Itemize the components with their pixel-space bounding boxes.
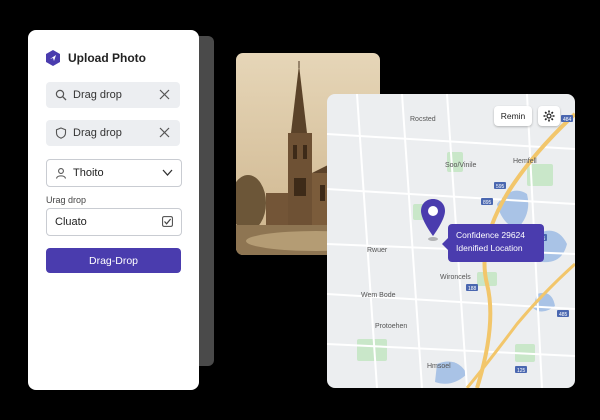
- clear-icon[interactable]: [159, 127, 170, 138]
- map-label: Rocsted: [410, 116, 436, 123]
- confidence-text: Confidence 29624: [456, 230, 526, 240]
- gear-icon: [543, 110, 555, 122]
- map-label: Wem Bode: [361, 292, 396, 299]
- location-pin-icon[interactable]: [419, 198, 447, 242]
- map-label: Soo/Vinile: [445, 162, 477, 169]
- search-icon: [55, 89, 67, 101]
- field-label: Urag drop: [46, 195, 87, 205]
- svg-text:188: 188: [468, 286, 477, 292]
- drag-drop-field-2-text: Drag drop: [73, 127, 122, 139]
- map-label: Rwuer: [367, 247, 388, 254]
- svg-text:484: 484: [563, 117, 572, 123]
- svg-text:895: 895: [483, 200, 492, 206]
- chevron-down-icon: [162, 169, 173, 176]
- svg-text:485: 485: [559, 312, 568, 318]
- svg-text:125: 125: [517, 368, 526, 374]
- upload-logo-icon: [46, 50, 60, 66]
- shield-icon: [55, 127, 67, 139]
- checkbox-checked-icon[interactable]: [162, 216, 173, 227]
- map-settings-button[interactable]: [538, 106, 560, 126]
- svg-text:595: 595: [496, 184, 505, 190]
- user-icon: [55, 168, 67, 179]
- remin-button[interactable]: Remin: [494, 106, 532, 126]
- map-label: Wironcels: [440, 274, 471, 281]
- drag-drop-field-1[interactable]: Drag drop: [46, 82, 180, 108]
- check-field[interactable]: Cluato: [46, 208, 182, 236]
- photo-select-value: Thoito: [73, 167, 104, 179]
- map-label: Protoehen: [375, 323, 408, 330]
- panel-title: Upload Photo: [68, 51, 146, 65]
- drag-drop-button[interactable]: Drag-Drop: [46, 248, 181, 273]
- map-label: Hmsoel: [427, 363, 451, 370]
- clear-icon[interactable]: [159, 89, 170, 100]
- location-tooltip: Confidence 29624 Idenified Location: [448, 224, 544, 262]
- drag-drop-field-1-text: Drag drop: [73, 89, 122, 101]
- upload-panel: Upload Photo Drag drop Drag drop Thoito: [28, 30, 199, 390]
- identified-location-text: Idenified Location: [456, 243, 523, 253]
- check-field-text: Cluato: [55, 216, 87, 228]
- drag-drop-field-2[interactable]: Drag drop: [46, 120, 180, 146]
- map-label: Hemfell: [513, 158, 537, 165]
- photo-select[interactable]: Thoito: [46, 159, 182, 187]
- panel-header: Upload Photo: [46, 50, 146, 66]
